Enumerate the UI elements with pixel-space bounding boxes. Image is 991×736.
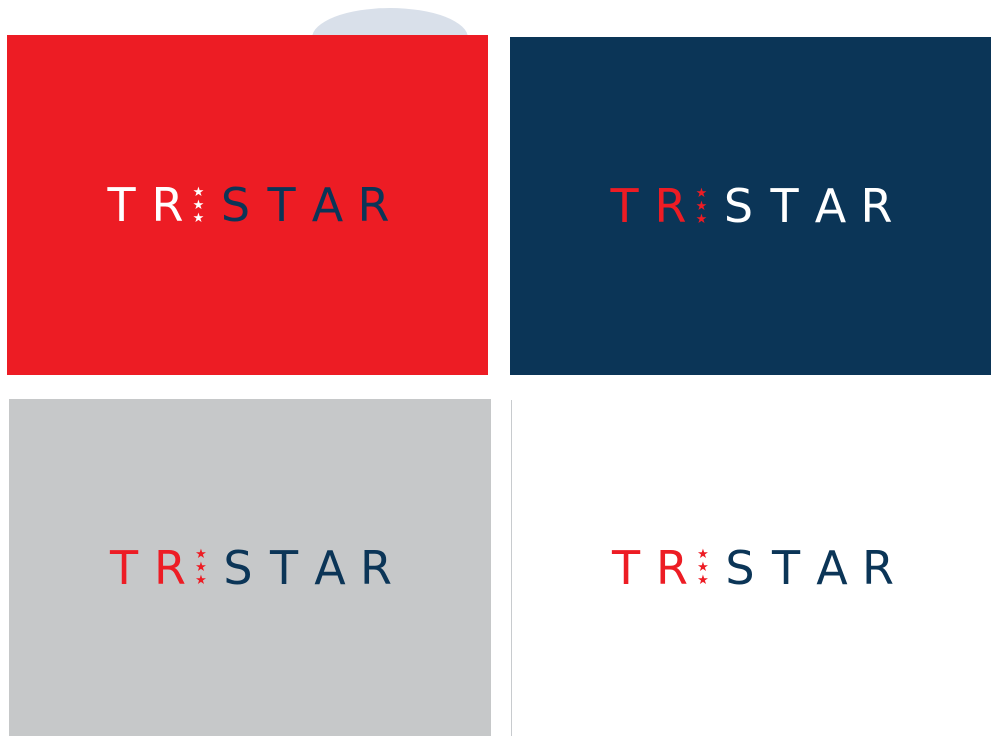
logo-letter-r: R [860, 179, 893, 233]
star-icon: ★ [192, 184, 205, 200]
logo-letter-t: T [611, 540, 641, 595]
star-icon: ★ [695, 211, 708, 227]
logo-letter-t: T [269, 540, 299, 595]
tristar-logo: TRISTARTR★★★STAR [603, 545, 901, 591]
logo-letter-s: S [723, 179, 754, 233]
logo-letter-s: S [223, 540, 253, 595]
logo-letter-a: A [311, 178, 344, 232]
logo-letter-r: R [654, 179, 687, 233]
logo-letter-r: R [360, 540, 392, 595]
panel-red: TRISTARTR★★★STAR [7, 35, 488, 375]
tristar-logo: TRISTARTR★★★STAR [602, 183, 900, 229]
logo-letter-a: A [314, 540, 346, 595]
logo-letter-r: R [154, 540, 186, 595]
star-icon: ★ [695, 185, 708, 201]
panel-navy: TRISTARTR★★★STAR [510, 37, 991, 375]
logo-letter-r: R [357, 178, 390, 232]
panel-divider [511, 400, 512, 736]
tristar-logo: TRISTARTR★★★STAR [99, 182, 397, 228]
three-stars-icon: ★ ★ ★ [191, 548, 211, 587]
three-stars-icon: ★ ★ ★ [692, 187, 712, 226]
logo-letter-t: T [610, 179, 639, 233]
star-icon: ★ [695, 198, 708, 214]
logo-letter-t: T [771, 540, 801, 595]
three-stars-icon: ★ ★ ★ [693, 548, 713, 587]
panel-gray: TRISTARTR★★★STAR [9, 399, 491, 736]
logo-letter-s: S [220, 178, 251, 232]
star-icon: ★ [697, 573, 709, 588]
star-icon: ★ [192, 197, 205, 213]
logo-letter-a: A [814, 179, 847, 233]
logo-letter-t: T [770, 179, 799, 233]
star-icon: ★ [192, 210, 205, 226]
panel-white: TRISTARTR★★★STAR [513, 399, 991, 736]
logo-letter-s: S [725, 540, 755, 595]
logo-letter-t: T [109, 540, 139, 595]
logo-letter-r: R [656, 540, 688, 595]
logo-letter-r: R [151, 178, 184, 232]
logo-letter-r: R [862, 540, 894, 595]
logo-letter-t: T [107, 178, 136, 232]
tristar-logo: TRISTARTR★★★STAR [101, 545, 399, 591]
logo-letter-a: A [816, 540, 848, 595]
star-icon: ★ [195, 573, 207, 588]
logo-letter-t: T [267, 178, 296, 232]
three-stars-icon: ★ ★ ★ [189, 186, 209, 225]
logo-variants-sheet: TRISTARTR★★★STAR TRISTARTR★★★STAR TRISTA… [0, 0, 991, 736]
